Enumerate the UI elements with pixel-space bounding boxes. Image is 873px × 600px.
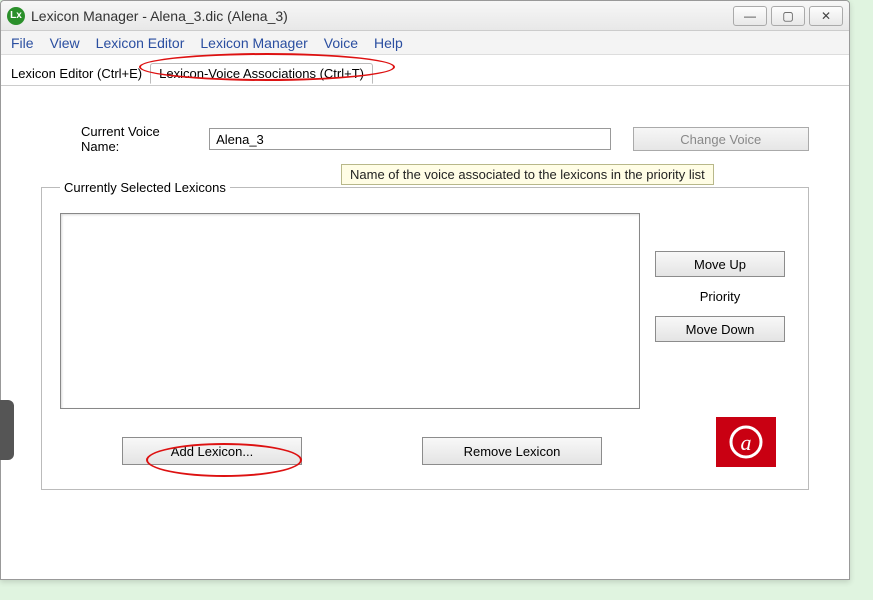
bottom-button-row: Add Lexicon... Remove Lexicon: [122, 437, 602, 465]
remove-lexicon-button[interactable]: Remove Lexicon: [422, 437, 602, 465]
change-voice-button[interactable]: Change Voice: [633, 127, 809, 151]
groupbox-legend: Currently Selected Lexicons: [60, 180, 230, 195]
docked-side-tab[interactable]: [0, 400, 14, 460]
window-title: Lexicon Manager - Alena_3.dic (Alena_3): [31, 8, 733, 24]
move-down-button[interactable]: Move Down: [655, 316, 785, 342]
tab-row: Lexicon Editor (Ctrl+E) Lexicon-Voice As…: [1, 55, 849, 85]
voice-name-input[interactable]: [209, 128, 610, 150]
selected-lexicons-group: Currently Selected Lexicons Move Up Prio…: [41, 180, 809, 490]
menu-voice[interactable]: Voice: [324, 35, 358, 51]
menu-lexicon-manager[interactable]: Lexicon Manager: [200, 35, 307, 51]
add-lexicon-button[interactable]: Add Lexicon...: [122, 437, 302, 465]
app-window: Lx Lexicon Manager - Alena_3.dic (Alena_…: [0, 0, 850, 580]
tooltip: Name of the voice associated to the lexi…: [341, 164, 714, 185]
content-panel: Current Voice Name: Change Voice Name of…: [1, 85, 849, 579]
lexicon-listbox[interactable]: [60, 213, 640, 409]
brand-logo: a: [716, 417, 776, 467]
menu-view[interactable]: View: [50, 35, 80, 51]
menubar: File View Lexicon Editor Lexicon Manager…: [1, 31, 849, 55]
move-up-button[interactable]: Move Up: [655, 251, 785, 277]
menu-help[interactable]: Help: [374, 35, 403, 51]
priority-label: Priority: [700, 289, 740, 304]
voice-name-label: Current Voice Name:: [81, 124, 199, 154]
close-button[interactable]: ✕: [809, 6, 843, 26]
priority-column: Move Up Priority Move Down: [650, 251, 790, 342]
menu-lexicon-editor[interactable]: Lexicon Editor: [96, 35, 185, 51]
voice-name-row: Current Voice Name: Change Voice: [81, 124, 809, 154]
app-icon: Lx: [7, 7, 25, 25]
menu-file[interactable]: File: [11, 35, 34, 51]
window-controls: — ▢ ✕: [733, 6, 843, 26]
svg-text:a: a: [741, 430, 752, 455]
tab-lexicon-editor[interactable]: Lexicon Editor (Ctrl+E): [5, 64, 148, 83]
minimize-button[interactable]: —: [733, 6, 767, 26]
tab-voice-associations[interactable]: Lexicon-Voice Associations (Ctrl+T): [150, 63, 373, 84]
titlebar: Lx Lexicon Manager - Alena_3.dic (Alena_…: [1, 1, 849, 31]
maximize-button[interactable]: ▢: [771, 6, 805, 26]
at-icon: a: [726, 422, 766, 462]
